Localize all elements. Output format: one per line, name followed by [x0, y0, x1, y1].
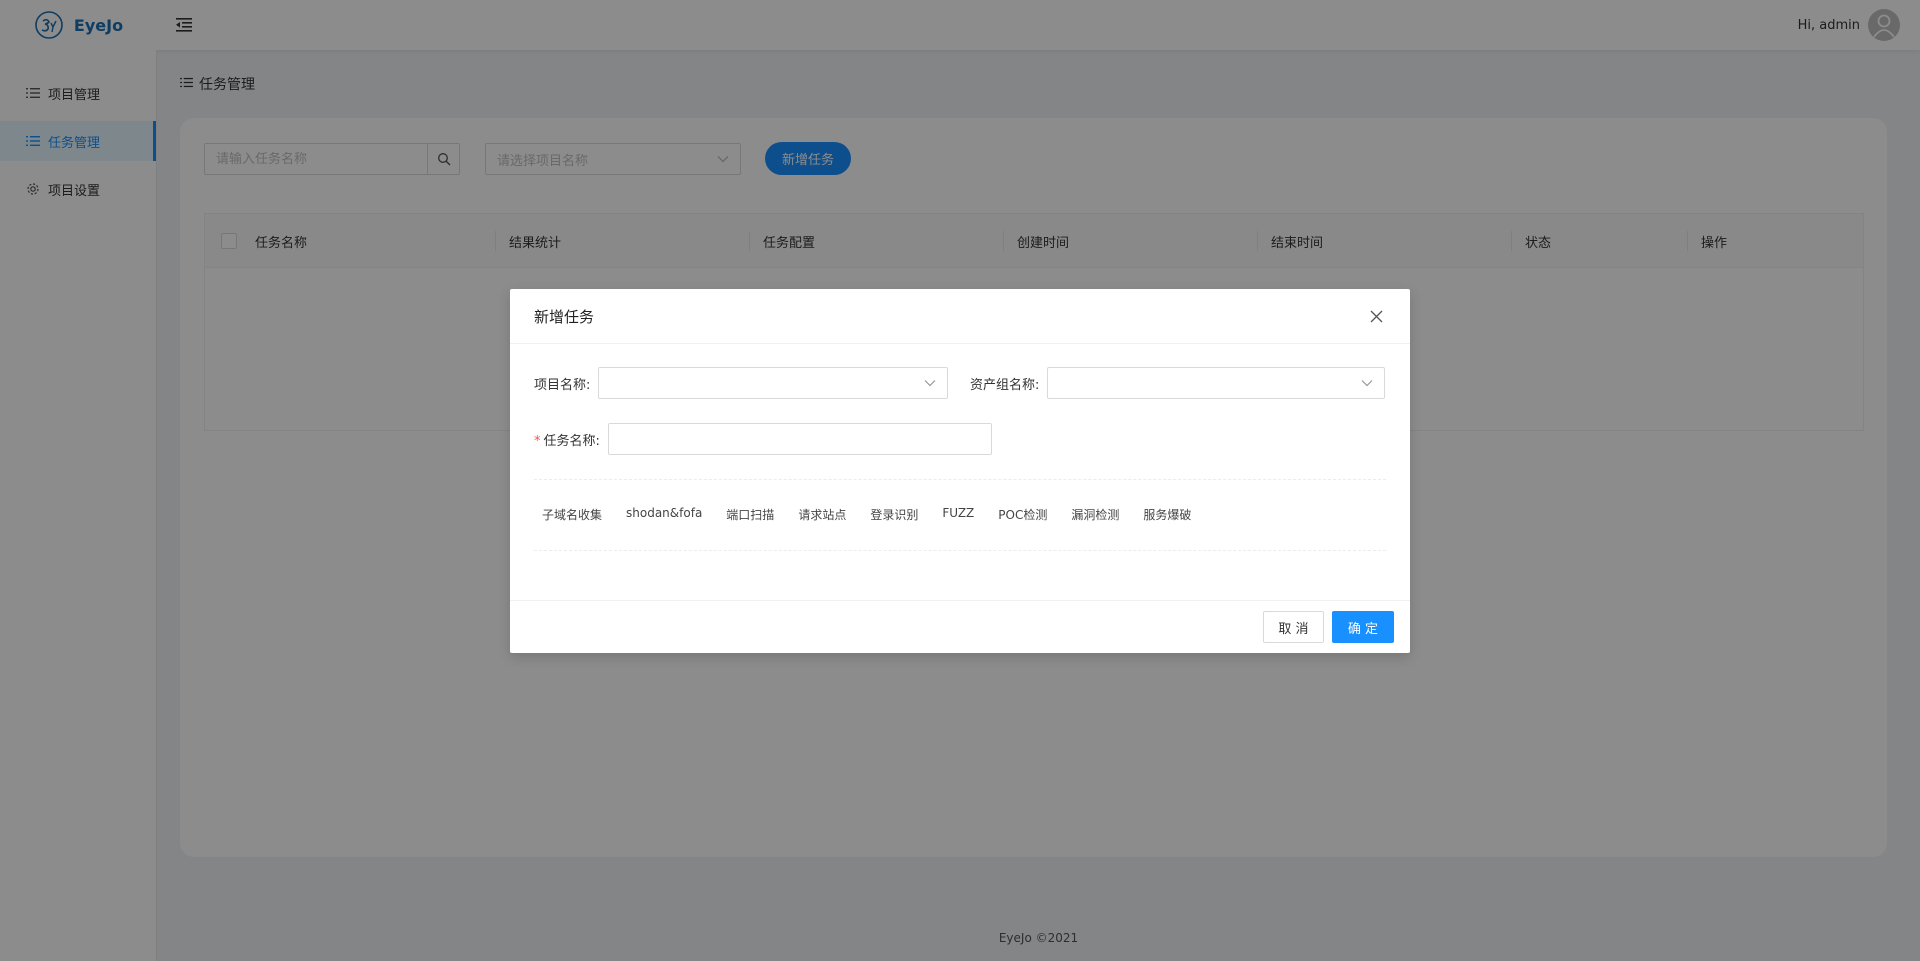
required-mark: * [534, 433, 541, 449]
modal-title: 新增任务 [534, 307, 595, 326]
modal-header: 新增任务 [510, 289, 1410, 344]
confirm-button[interactable]: 确 定 [1332, 611, 1394, 643]
add-task-modal: 新增任务 项目名称: 资产组名称: * 任务名称: 子域名收集 shodan&fo… [510, 289, 1410, 653]
chevron-down-icon [924, 380, 936, 387]
asset-group-select[interactable] [1047, 367, 1386, 399]
tab-port-scan[interactable]: 端口扫描 [726, 506, 774, 523]
task-name-label-text: 任务名称: [543, 433, 600, 449]
project-name-label: 项目名称: [534, 377, 591, 393]
tab-request-site[interactable]: 请求站点 [798, 506, 846, 523]
tab-fuzz[interactable]: FUZZ [942, 506, 974, 523]
chevron-down-icon [1361, 380, 1373, 387]
asset-group-row: 资产组名称: [970, 367, 1386, 399]
close-button[interactable] [1366, 306, 1386, 326]
task-name-label: * 任务名称: [534, 430, 600, 449]
task-name-row: * 任务名称: [534, 423, 992, 455]
divider [534, 479, 1386, 480]
cancel-button[interactable]: 取 消 [1263, 611, 1324, 643]
task-config-tabs: 子域名收集 shodan&fofa 端口扫描 请求站点 登录识别 FUZZ PO… [542, 506, 1215, 523]
divider [534, 550, 1386, 551]
tab-service-brute[interactable]: 服务爆破 [1143, 506, 1191, 523]
modal-footer: 取 消 确 定 [510, 600, 1410, 653]
tab-login-detect[interactable]: 登录识别 [870, 506, 918, 523]
project-name-row: 项目名称: [534, 367, 949, 399]
tab-subdomain[interactable]: 子域名收集 [542, 506, 602, 523]
tab-vuln-check[interactable]: 漏洞检测 [1071, 506, 1119, 523]
project-name-select[interactable] [598, 367, 949, 399]
tab-poc-check[interactable]: POC检测 [998, 506, 1047, 523]
task-name-input[interactable] [607, 423, 992, 455]
close-icon [1370, 310, 1382, 322]
asset-group-label: 资产组名称: [970, 377, 1040, 393]
tab-shodan-fofa[interactable]: shodan&fofa [626, 506, 702, 523]
